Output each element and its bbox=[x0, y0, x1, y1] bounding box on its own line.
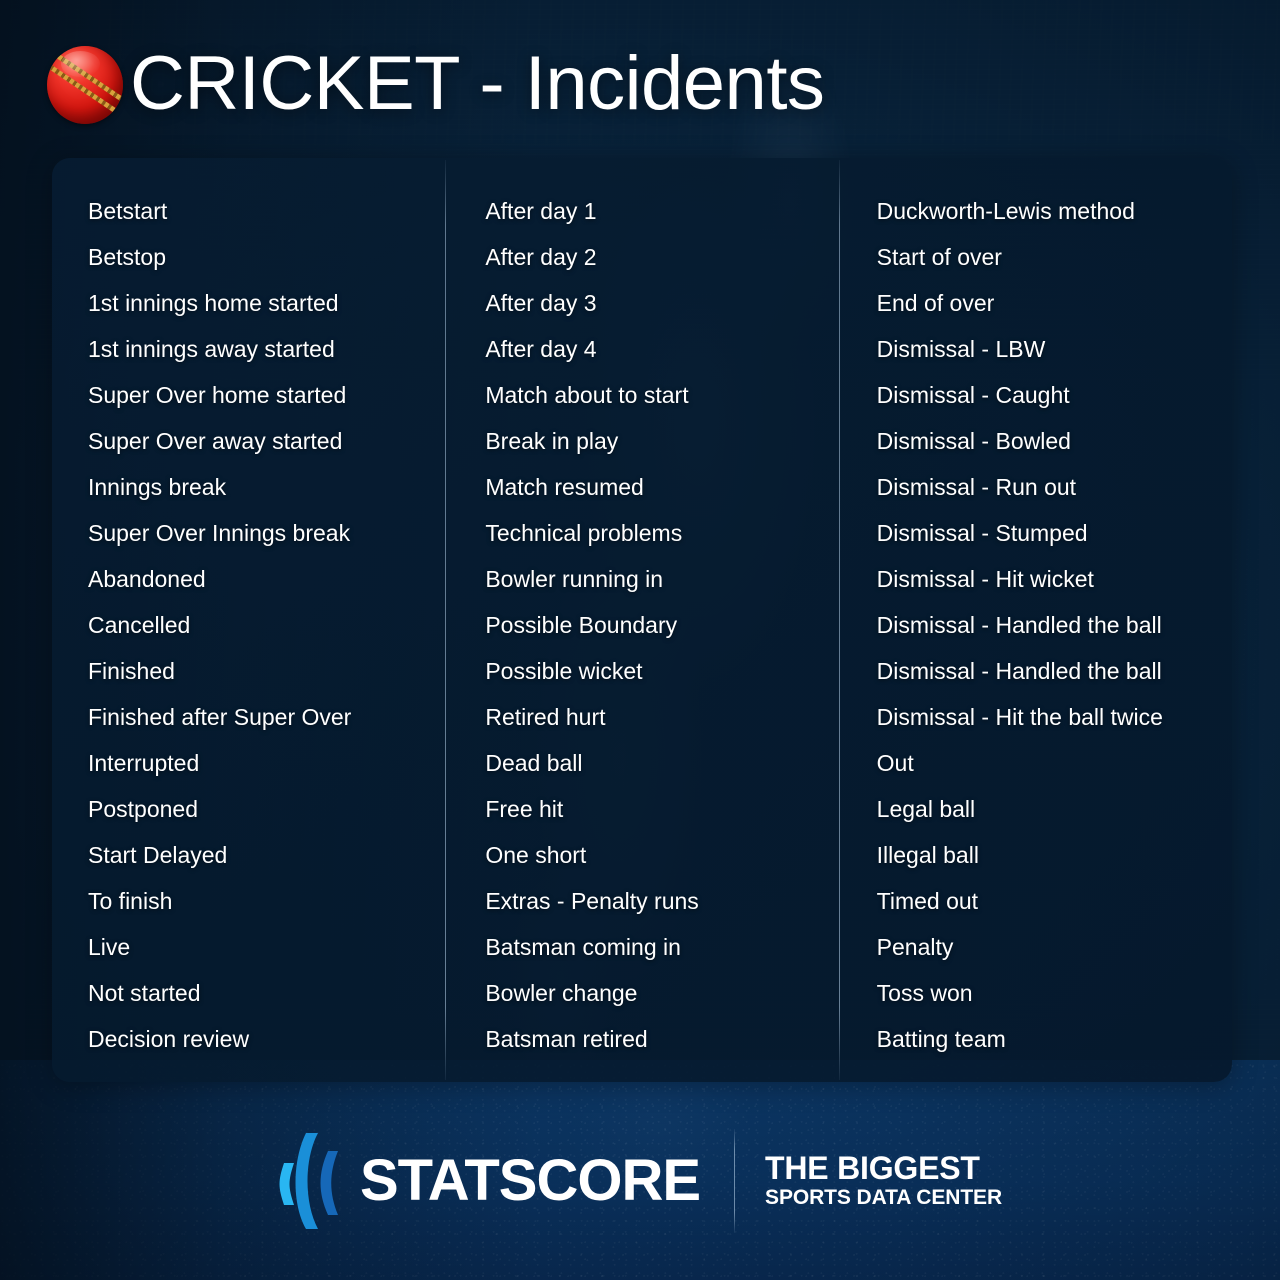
incident-item: Batsman coming in bbox=[485, 934, 681, 960]
incident-item: Break in play bbox=[485, 428, 619, 454]
incident-item: Toss won bbox=[876, 980, 973, 1006]
incidents-column-2: After day 1 After day 2 After day 3 After d… bbox=[445, 158, 838, 1082]
incident-item: Start Delayed bbox=[88, 842, 228, 868]
incident-item: Dismissal - Handled the ball bbox=[876, 658, 1162, 684]
incident-item: To finish bbox=[88, 888, 173, 914]
incident-item: Betstart bbox=[88, 198, 168, 224]
incident-item: Match resumed bbox=[485, 474, 644, 500]
ball-highlight bbox=[60, 50, 101, 78]
page-title-separator: - bbox=[458, 41, 525, 126]
incident-item: Abandoned bbox=[88, 566, 206, 592]
incident-item: Extras - Penalty runs bbox=[485, 888, 699, 914]
incident-list-2: After day 1 After day 2 After day 3 After d… bbox=[445, 188, 838, 1062]
incident-item: Possible wicket bbox=[485, 658, 643, 684]
incident-item: After day 2 bbox=[485, 244, 597, 270]
incident-item: Penalty bbox=[876, 934, 954, 960]
incident-item: After day 4 bbox=[485, 336, 597, 362]
incident-item: Bowler change bbox=[485, 980, 638, 1006]
incident-item: Bowler running in bbox=[485, 566, 664, 592]
incident-item: Match about to start bbox=[485, 382, 689, 408]
incident-item: Innings break bbox=[88, 474, 227, 500]
incident-item: Batsman retired bbox=[485, 1026, 648, 1052]
incident-item: 1st innings home started bbox=[88, 290, 339, 316]
incident-item: Free hit bbox=[485, 796, 564, 822]
page-title: CRICKET - Incidents bbox=[130, 36, 825, 132]
cricket-ball-icon bbox=[47, 46, 123, 124]
incident-item: Interrupted bbox=[88, 750, 200, 776]
incident-item: Not started bbox=[88, 980, 201, 1006]
incident-item: End of over bbox=[876, 290, 995, 316]
incident-item: Dismissal - Bowled bbox=[876, 428, 1071, 454]
incidents-panel: Betstart Betstop 1st innings home started 1… bbox=[52, 158, 1232, 1082]
incident-item: Betstop bbox=[88, 244, 166, 270]
incident-item: Super Over home started bbox=[88, 382, 347, 408]
incident-item: One short bbox=[485, 842, 587, 868]
logo-divider bbox=[734, 1129, 736, 1233]
incident-item: Batting team bbox=[876, 1026, 1006, 1052]
incident-item: Dismissal - LBW bbox=[876, 336, 1046, 362]
incident-item: Legal ball bbox=[876, 796, 976, 822]
brand-name: STATSCORE bbox=[359, 1148, 701, 1213]
incident-item: Live bbox=[88, 934, 131, 960]
statscore-arcs-icon bbox=[278, 1129, 344, 1233]
page-title-light: Incidents bbox=[524, 41, 825, 126]
page-header: CRICKET - Incidents bbox=[0, 0, 1280, 158]
incident-item: Super Over Innings break bbox=[88, 520, 351, 546]
incident-list-3: Duckworth-Lewis method Start of over End o… bbox=[839, 188, 1232, 1062]
incident-item: Cancelled bbox=[88, 612, 191, 638]
incident-item: Finished after Super Over bbox=[88, 704, 352, 730]
incident-item: Dismissal - Hit the ball twice bbox=[876, 704, 1163, 730]
page-footer: STATSCORE THE BIGGEST SPORTS DATA CENTER bbox=[0, 1082, 1280, 1280]
brand-tagline: THE BIGGEST SPORTS DATA CENTER bbox=[765, 1151, 1002, 1211]
incident-item: Finished bbox=[88, 658, 175, 684]
incident-item: Super Over away started bbox=[88, 428, 343, 454]
incident-item: Out bbox=[876, 750, 914, 776]
incident-item: Dismissal - Stumped bbox=[876, 520, 1088, 546]
incident-item: After day 3 bbox=[485, 290, 597, 316]
incident-item: Dead ball bbox=[485, 750, 583, 776]
incident-item: After day 1 bbox=[485, 198, 597, 224]
incident-item: Technical problems bbox=[485, 520, 683, 546]
incident-item: Dismissal - Hit wicket bbox=[876, 566, 1094, 592]
statscore-logo: STATSCORE THE BIGGEST SPORTS DATA CENTER bbox=[278, 1126, 1002, 1236]
incident-item: 1st innings away started bbox=[88, 336, 335, 362]
incident-item: Retired hurt bbox=[485, 704, 606, 730]
tagline-line-1: THE BIGGEST bbox=[765, 1150, 980, 1186]
incidents-column-3: Duckworth-Lewis method Start of over End o… bbox=[838, 158, 1232, 1082]
incident-item: Possible Boundary bbox=[485, 612, 678, 638]
incident-item: Illegal ball bbox=[876, 842, 979, 868]
incident-item: Dismissal - Run out bbox=[876, 474, 1077, 500]
incident-item: Duckworth-Lewis method bbox=[876, 198, 1135, 224]
incidents-column-1: Betstart Betstop 1st innings home started 1… bbox=[52, 158, 445, 1082]
incident-item: Postponed bbox=[88, 796, 198, 822]
incident-item: Decision review bbox=[88, 1026, 250, 1052]
incident-item: Dismissal - Caught bbox=[876, 382, 1070, 408]
incident-item: Dismissal - Handled the ball bbox=[876, 612, 1162, 638]
page-title-bold: CRICKET bbox=[130, 41, 459, 126]
tagline-line-2: SPORTS DATA CENTER bbox=[765, 1186, 1003, 1209]
incident-item: Timed out bbox=[876, 888, 979, 914]
incident-list-1: Betstart Betstop 1st innings home started 1… bbox=[52, 188, 445, 1062]
incident-item: Start of over bbox=[876, 244, 1002, 270]
